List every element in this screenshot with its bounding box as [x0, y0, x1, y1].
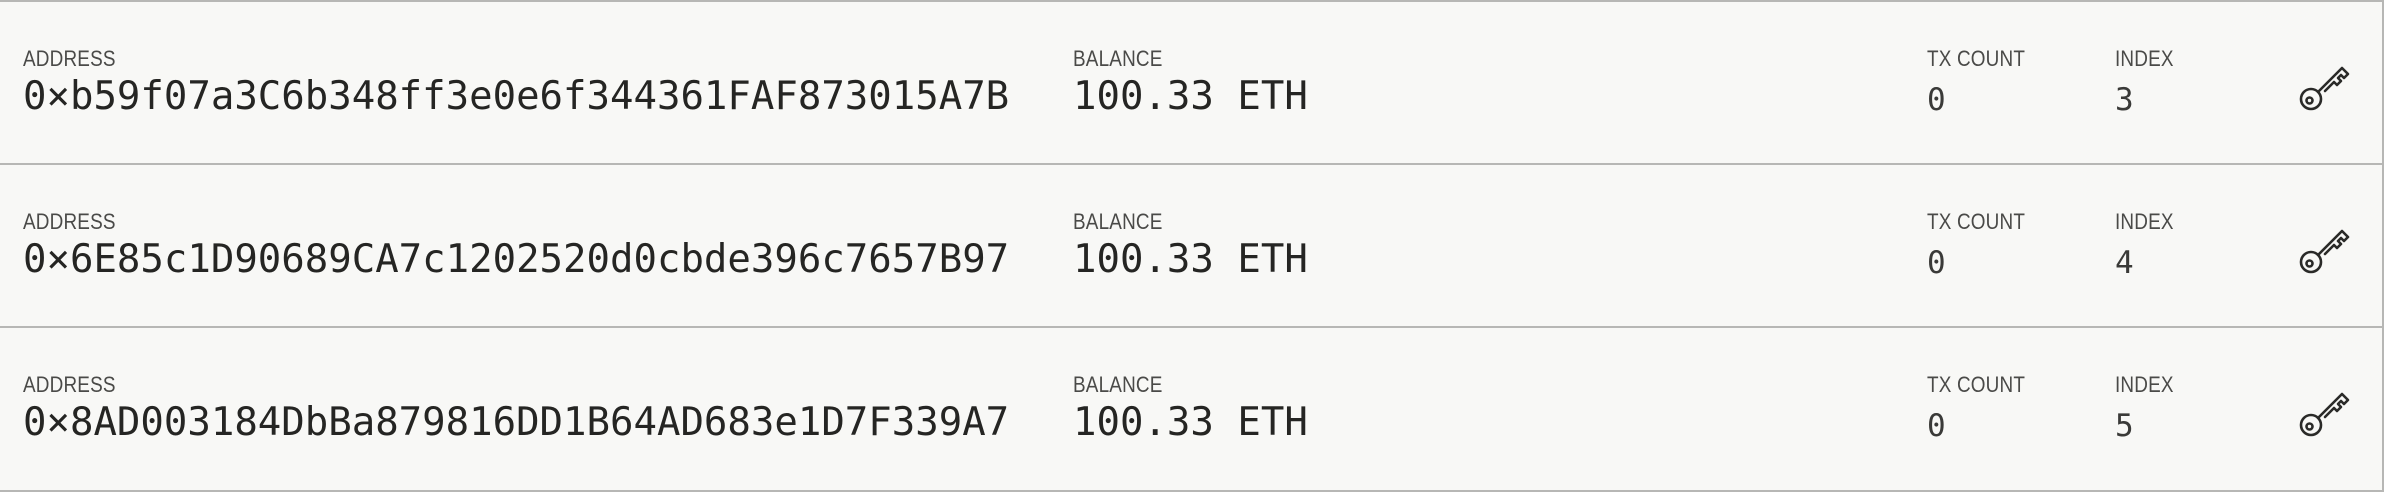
balance-label: BALANCE [1073, 372, 1163, 397]
balance-label: BALANCE [1073, 46, 1163, 71]
show-keys-button[interactable] [2296, 56, 2354, 114]
index-value: 5 [2115, 408, 2134, 444]
key-icon [2299, 66, 2350, 111]
tx-count-label: TX COUNT [1927, 209, 2026, 234]
key-icon [2299, 229, 2350, 274]
balance-value: 100.33 ETH [1073, 237, 1308, 282]
index-label: INDEX [2115, 372, 2174, 397]
address-value: 0×8AD003184DbBa879816DD1B64AD683e1D7F339… [23, 400, 1010, 445]
balance-value: 100.33 ETH [1073, 74, 1308, 119]
tx-count-value: 0 [1927, 408, 1946, 444]
address-value: 0×6E85c1D90689CA7c1202520d0cbde396c7657B… [23, 237, 1010, 282]
address-label: ADDRESS [23, 46, 116, 71]
index-value: 3 [2115, 82, 2134, 118]
account-row: ADDRESS 0×6E85c1D90689CA7c1202520d0cbde3… [0, 163, 2384, 327]
tx-count-value: 0 [1927, 82, 1946, 118]
address-label: ADDRESS [23, 209, 116, 234]
index-label: INDEX [2115, 209, 2174, 234]
key-icon [2299, 392, 2350, 437]
tx-count-value: 0 [1927, 245, 1946, 281]
address-value: 0×b59f07a3C6b348ff3e0e6f344361FAF873015A… [23, 74, 1010, 119]
tx-count-label: TX COUNT [1927, 372, 2026, 397]
index-label: INDEX [2115, 46, 2174, 71]
address-label: ADDRESS [23, 372, 116, 397]
account-row: ADDRESS 0×b59f07a3C6b348ff3e0e6f344361FA… [0, 0, 2384, 164]
balance-label: BALANCE [1073, 209, 1163, 234]
tx-count-label: TX COUNT [1927, 46, 2026, 71]
balance-value: 100.33 ETH [1073, 400, 1308, 445]
accounts-list: ADDRESS 0×b59f07a3C6b348ff3e0e6f344361FA… [0, 0, 2384, 492]
show-keys-button[interactable] [2296, 219, 2354, 277]
show-keys-button[interactable] [2296, 382, 2354, 440]
account-row: ADDRESS 0×8AD003184DbBa879816DD1B64AD683… [0, 326, 2384, 492]
index-value: 4 [2115, 245, 2134, 281]
